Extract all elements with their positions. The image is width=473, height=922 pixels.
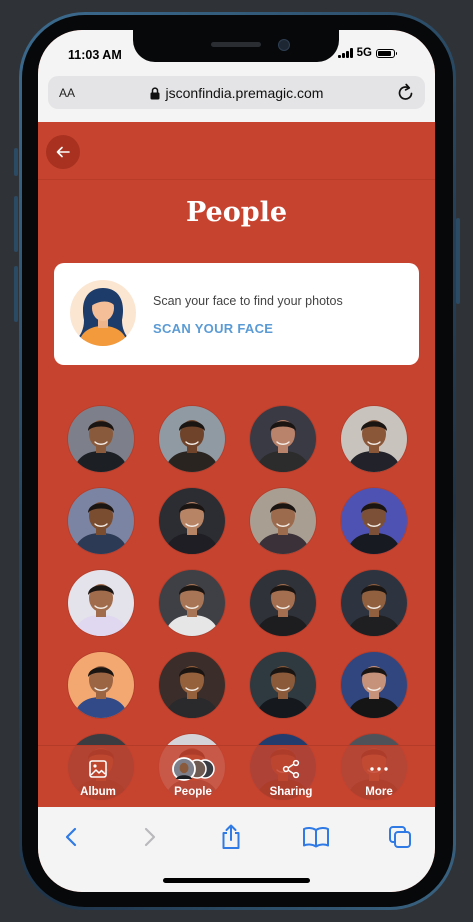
notch — [133, 30, 339, 62]
forward-chevron-icon — [144, 827, 156, 847]
person-avatar[interactable] — [159, 570, 225, 636]
reload-icon[interactable] — [397, 83, 415, 102]
scan-face-card[interactable]: Scan your face to find your photos SCAN … — [54, 263, 419, 365]
tab-more[interactable]: More — [339, 746, 419, 808]
person-avatar[interactable] — [159, 406, 225, 472]
address-bar[interactable]: AA jsconfindia.premagic.com — [48, 76, 425, 109]
browser-toolbar — [38, 807, 435, 892]
browser-share-button[interactable] — [213, 822, 249, 852]
front-camera — [278, 39, 290, 51]
tab-sharing-label: Sharing — [269, 786, 313, 798]
image-icon — [89, 760, 107, 778]
volume-down-button — [14, 266, 18, 322]
browser-back-button[interactable] — [53, 822, 89, 852]
tab-sharing[interactable]: Sharing — [251, 746, 331, 808]
screen: 11:03 AM 5G AA jsconfindia.premagic.com — [38, 30, 435, 892]
tab-people-label: People — [174, 786, 212, 798]
person-avatar[interactable] — [68, 406, 134, 472]
person-avatar[interactable] — [68, 570, 134, 636]
browser-forward-button[interactable] — [132, 822, 168, 852]
page-content: People Scan your face to find your photo… — [38, 122, 435, 807]
volume-up-button — [14, 196, 18, 252]
scan-prompt: Scan your face to find your photos — [153, 294, 343, 308]
person-avatar[interactable] — [341, 488, 407, 554]
share-icon — [222, 824, 240, 849]
scan-face-link[interactable]: SCAN YOUR FACE — [153, 321, 273, 336]
person-avatar[interactable] — [250, 488, 316, 554]
more-dots-icon — [370, 767, 388, 771]
tab-album-label: Album — [80, 786, 116, 798]
url-display[interactable]: jsconfindia.premagic.com — [48, 85, 425, 101]
bookmarks-icon — [303, 826, 329, 848]
person-avatar[interactable] — [250, 406, 316, 472]
home-indicator — [163, 878, 310, 883]
header-divider — [38, 179, 435, 180]
power-button — [456, 218, 460, 304]
status-time: 11:03 AM — [68, 48, 122, 62]
browser-tabs-button[interactable] — [382, 822, 418, 852]
bottom-tab-bar: Album People Sharing More — [38, 745, 435, 808]
page-title: People — [185, 197, 288, 228]
back-chevron-icon — [65, 827, 77, 847]
speaker — [211, 42, 261, 47]
people-avatars-icon — [172, 757, 215, 781]
person-avatar[interactable] — [159, 488, 225, 554]
tab-people[interactable]: People — [153, 746, 233, 808]
person-avatar[interactable] — [341, 570, 407, 636]
tab-more-label: More — [365, 786, 393, 798]
tab-album[interactable]: Album — [58, 746, 138, 808]
status-indicators: 5G — [338, 47, 397, 59]
back-button[interactable] — [46, 135, 80, 169]
person-avatar[interactable] — [68, 652, 134, 718]
mute-switch — [14, 148, 18, 176]
person-avatar[interactable] — [68, 488, 134, 554]
person-avatar[interactable] — [159, 652, 225, 718]
signal-icon — [338, 48, 353, 58]
lock-icon — [150, 86, 160, 99]
battery-icon — [376, 48, 397, 58]
person-avatar[interactable] — [250, 652, 316, 718]
avatar-illustration — [70, 280, 136, 346]
share-icon — [282, 759, 300, 779]
person-avatar[interactable] — [250, 570, 316, 636]
person-avatar[interactable] — [341, 406, 407, 472]
person-avatar[interactable] — [341, 652, 407, 718]
url-text: jsconfindia.premagic.com — [165, 85, 324, 101]
tabs-icon — [389, 826, 411, 848]
browser-bookmarks-button[interactable] — [298, 822, 334, 852]
network-label: 5G — [356, 47, 372, 59]
arrow-left-icon — [56, 146, 70, 158]
